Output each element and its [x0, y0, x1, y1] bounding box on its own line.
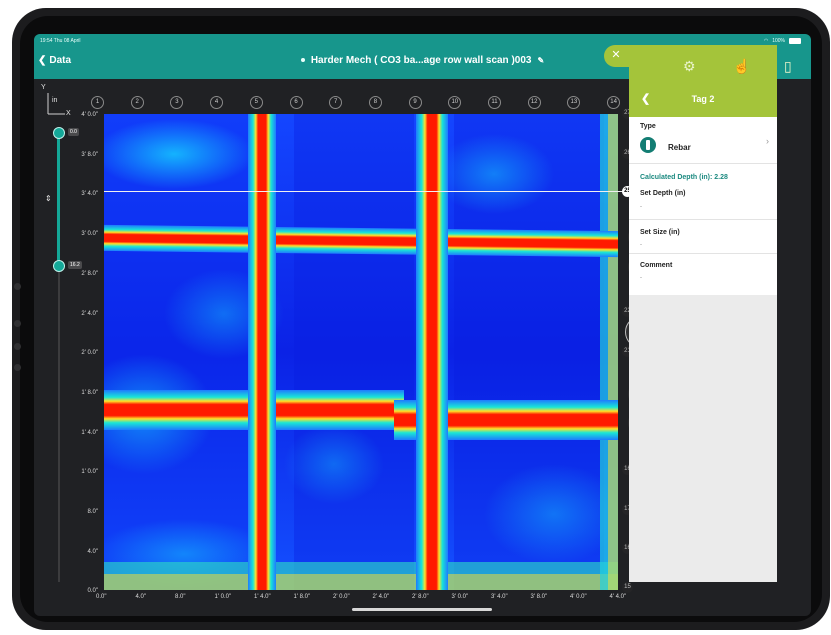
- battery-icon: [789, 38, 801, 44]
- set-size-label: Set Size (in): [640, 229, 680, 236]
- column-marker[interactable]: 5: [249, 96, 263, 109]
- y-axis-tick-label: 0.0": [87, 588, 98, 595]
- x-axis-tick-label: 3' 8.0": [530, 594, 548, 600]
- y-axis-tick-label: 4' 0.0": [81, 112, 98, 118]
- divider: [629, 253, 777, 254]
- y-axis-tick-label: 3' 8.0": [81, 151, 98, 158]
- type-label: Type: [640, 123, 656, 130]
- status-indicators: ◠ 100%: [764, 38, 801, 44]
- column-marker[interactable]: 1: [91, 96, 104, 109]
- column-marker[interactable]: 12: [527, 96, 541, 109]
- chevron-right-icon[interactable]: ›: [766, 136, 769, 146]
- x-axis-tick-label: 1' 0.0": [214, 594, 232, 600]
- status-time: 19:54 Thu 08 April: [40, 38, 81, 44]
- set-size-field[interactable]: -: [640, 242, 642, 248]
- y-axis-tick-label: 8.0": [87, 509, 98, 515]
- settings-icon[interactable]: ⚙: [683, 58, 696, 75]
- x-axis-tick-label: 2' 0.0": [333, 594, 350, 600]
- depth-slider-bottom-thumb[interactable]: [53, 260, 65, 272]
- x-axis-tick-label: 3' 4.0": [491, 594, 508, 600]
- column-marker[interactable]: 13: [567, 96, 581, 109]
- divider: [629, 163, 777, 164]
- calculated-depth: Calculated Depth (in): 2.28: [640, 174, 728, 181]
- depth-slider-range: [57, 132, 60, 265]
- depth-cursor-line[interactable]: [104, 191, 624, 192]
- x-axis-tick-label: 2' 8.0": [412, 594, 429, 600]
- wifi-icon: ◠: [763, 38, 769, 44]
- hardware-dot: [14, 320, 21, 327]
- battery-percent: 100%: [772, 38, 785, 44]
- expand-vertical-icon[interactable]: ⇕: [45, 194, 52, 203]
- edit-pencil-icon[interactable]: ✎: [537, 56, 544, 65]
- scan-heatmap[interactable]: [104, 114, 618, 590]
- rebar-icon: [640, 137, 656, 153]
- axis-orientation-icon: [47, 93, 65, 115]
- column-marker[interactable]: 11: [488, 96, 501, 109]
- column-marker[interactable]: 7: [329, 96, 343, 109]
- comment-label: Comment: [640, 262, 673, 269]
- panel-tab-bar: [629, 45, 777, 81]
- hardware-dot: [14, 283, 21, 290]
- y-axis-tick-label: 1' 4.0": [81, 429, 98, 436]
- x-axis-tick-label: 4.0": [135, 594, 146, 600]
- y-axis-tick-label: 3' 4.0": [81, 191, 98, 198]
- column-marker[interactable]: 10: [448, 96, 462, 109]
- home-indicator: [352, 608, 492, 611]
- close-icon[interactable]: ✕: [609, 48, 623, 62]
- set-depth-label: Set Depth (in): [640, 190, 686, 197]
- x-axis-tick-label: 4' 0.0": [570, 594, 587, 600]
- y-axis-tick-label: 1' 8.0": [81, 389, 98, 396]
- column-marker[interactable]: 2: [130, 96, 144, 109]
- column-marker[interactable]: 6: [289, 96, 303, 109]
- y-axis-tick-label: 1' 0.0": [81, 469, 98, 476]
- x-axis-tick-label: 4' 4.0": [609, 594, 627, 600]
- x-axis-tick-label: 0.0": [96, 594, 107, 600]
- panel-icon[interactable]: ▯: [784, 58, 792, 75]
- tag-title: Tag 2: [691, 94, 715, 104]
- y-axis-tick-label: 2' 8.0": [81, 270, 98, 277]
- set-depth-field[interactable]: -: [640, 204, 642, 210]
- type-value[interactable]: Rebar: [668, 143, 691, 152]
- y-axis-tick-label: 2' 0.0": [81, 350, 98, 357]
- row-marker[interactable]: 15: [622, 582, 633, 593]
- depth-top-value: 0.0: [68, 128, 79, 136]
- divider: [629, 219, 777, 220]
- x-axis-tick-label: 2' 4.0": [372, 594, 390, 600]
- hardware-dot: [14, 364, 21, 371]
- column-marker[interactable]: 3: [170, 96, 184, 109]
- depth-bottom-value: 16.2: [68, 261, 82, 269]
- sync-dot-icon: [300, 58, 305, 63]
- column-marker[interactable]: 9: [408, 96, 422, 109]
- x-axis-tick-label: 1' 8.0": [293, 594, 311, 600]
- comment-field[interactable]: -: [640, 275, 642, 281]
- x-axis-tick-label: 8.0": [175, 594, 186, 600]
- scan-title-text: Harder Mech ( CO3 ba...age row wall scan…: [310, 55, 532, 66]
- column-marker[interactable]: 8: [368, 96, 382, 109]
- y-axis-tick-label: 4.0": [87, 548, 98, 555]
- hardware-dot: [14, 343, 21, 350]
- x-axis-tick-label: 1' 4.0": [254, 594, 271, 600]
- x-axis-tick-label: 3' 0.0": [451, 594, 469, 600]
- y-axis-tick-label: 2' 4.0": [81, 310, 98, 317]
- depth-slider-top-thumb[interactable]: [53, 127, 65, 139]
- touch-icon[interactable]: ☝: [733, 58, 750, 75]
- y-axis-tick-label: 3' 0.0": [81, 231, 98, 238]
- column-marker[interactable]: 14: [607, 96, 621, 109]
- column-marker[interactable]: 4: [210, 96, 224, 109]
